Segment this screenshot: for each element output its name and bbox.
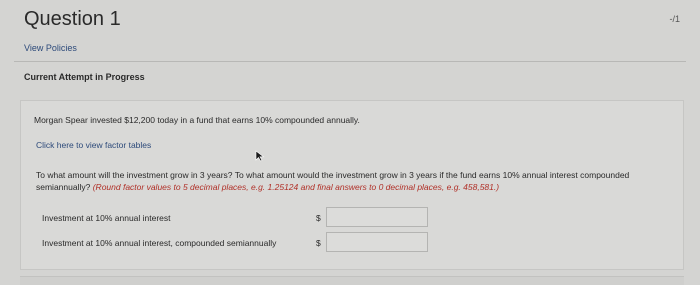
currency-symbol: $ xyxy=(316,213,321,223)
answer-label-semiannual: Investment at 10% annual interest, compo… xyxy=(42,238,277,248)
view-policies-link[interactable]: View Policies xyxy=(24,43,77,53)
factor-tables-link[interactable]: Click here to view factor tables xyxy=(36,140,151,150)
question-page: Question 1 -/1 View Policies Current Att… xyxy=(0,0,700,285)
question-text: Morgan Spear invested $12,200 today in a… xyxy=(34,115,360,125)
score-indicator: -/1 xyxy=(669,14,680,24)
next-section-edge xyxy=(20,276,684,285)
annual-interest-input[interactable] xyxy=(326,207,428,227)
question-title: Question 1 xyxy=(24,8,121,30)
divider xyxy=(14,61,686,62)
answer-label-annual: Investment at 10% annual interest xyxy=(42,213,171,223)
question-prompt: To what amount will the investment grow … xyxy=(36,169,666,193)
mouse-pointer-icon xyxy=(255,150,265,162)
rounding-instructions: (Round factor values to 5 decimal places… xyxy=(92,182,500,192)
currency-symbol: $ xyxy=(316,238,321,248)
semiannual-interest-input[interactable] xyxy=(326,232,428,252)
attempt-status-label: Current Attempt in Progress xyxy=(24,72,145,82)
